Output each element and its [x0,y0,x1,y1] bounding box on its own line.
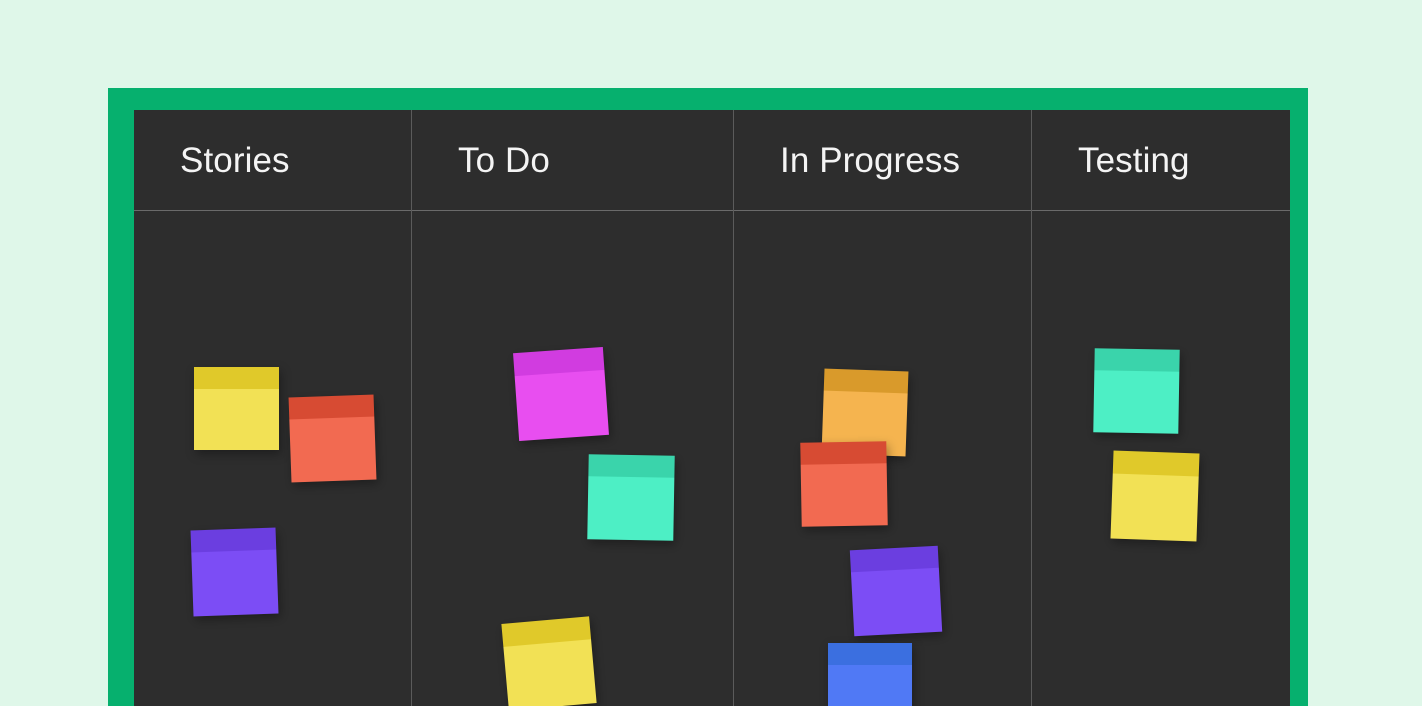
column-title-testing: Testing [1078,140,1190,180]
sticky-note-fold [800,441,887,465]
sticky-note-fold [194,367,279,389]
sticky-note-fold [190,527,277,553]
sticky-note-surface [191,549,279,617]
sticky-note-purple[interactable] [190,527,279,617]
sticky-note-fold [828,643,912,666]
column-title-stories: Stories [180,140,290,180]
sticky-note-yellow[interactable] [1110,450,1200,542]
sticky-note-surface [800,463,888,527]
sticky-note-yellow[interactable] [194,367,279,450]
sticky-note-fold [1112,450,1200,477]
sticky-note-teal[interactable] [1093,348,1180,434]
sticky-note-fold [288,394,375,420]
page-canvas: Stories To Do In Progress Testing [0,0,1422,706]
sticky-note-surface [503,638,597,706]
column-body-in-progress[interactable] [734,211,1031,706]
sticky-note-coral[interactable] [800,441,888,527]
sticky-note-surface [1110,473,1199,542]
column-body-testing[interactable] [1032,211,1290,706]
sticky-note-fold [823,368,909,394]
column-title-to-do: To Do [458,140,550,180]
sticky-note-surface [194,388,279,450]
sticky-note-teal[interactable] [587,454,675,541]
column-title-in-progress: In Progress [780,140,961,180]
column-header-stories: Stories [134,110,411,211]
column-body-stories[interactable] [134,211,411,706]
sticky-note-purple[interactable] [849,545,943,637]
column-body-to-do[interactable] [412,211,733,706]
sticky-note-coral[interactable] [288,394,377,483]
column-header-testing: Testing [1032,110,1290,211]
sticky-note-surface [514,369,609,442]
sticky-note-fold [1094,348,1180,372]
kanban-column-in-progress[interactable]: In Progress [733,110,1031,706]
sticky-note-surface [828,665,912,706]
sticky-note-yellow[interactable] [501,616,597,706]
column-header-in-progress: In Progress [734,110,1031,211]
kanban-board-frame: Stories To Do In Progress Testing [108,88,1308,706]
sticky-note-surface [1093,370,1180,434]
kanban-columns: Stories To Do In Progress Testing [134,110,1290,706]
sticky-note-magenta[interactable] [513,346,609,442]
kanban-column-stories[interactable]: Stories [134,110,411,706]
sticky-note-surface [289,416,377,483]
kanban-column-to-do[interactable]: To Do [411,110,733,706]
sticky-note-surface [587,476,675,541]
column-header-to-do: To Do [412,110,733,211]
kanban-column-testing[interactable]: Testing [1031,110,1290,706]
sticky-note-fold [588,454,675,478]
sticky-note-blue[interactable] [828,643,912,706]
sticky-note-surface [850,568,943,637]
kanban-board-surface: Stories To Do In Progress Testing [134,110,1290,706]
